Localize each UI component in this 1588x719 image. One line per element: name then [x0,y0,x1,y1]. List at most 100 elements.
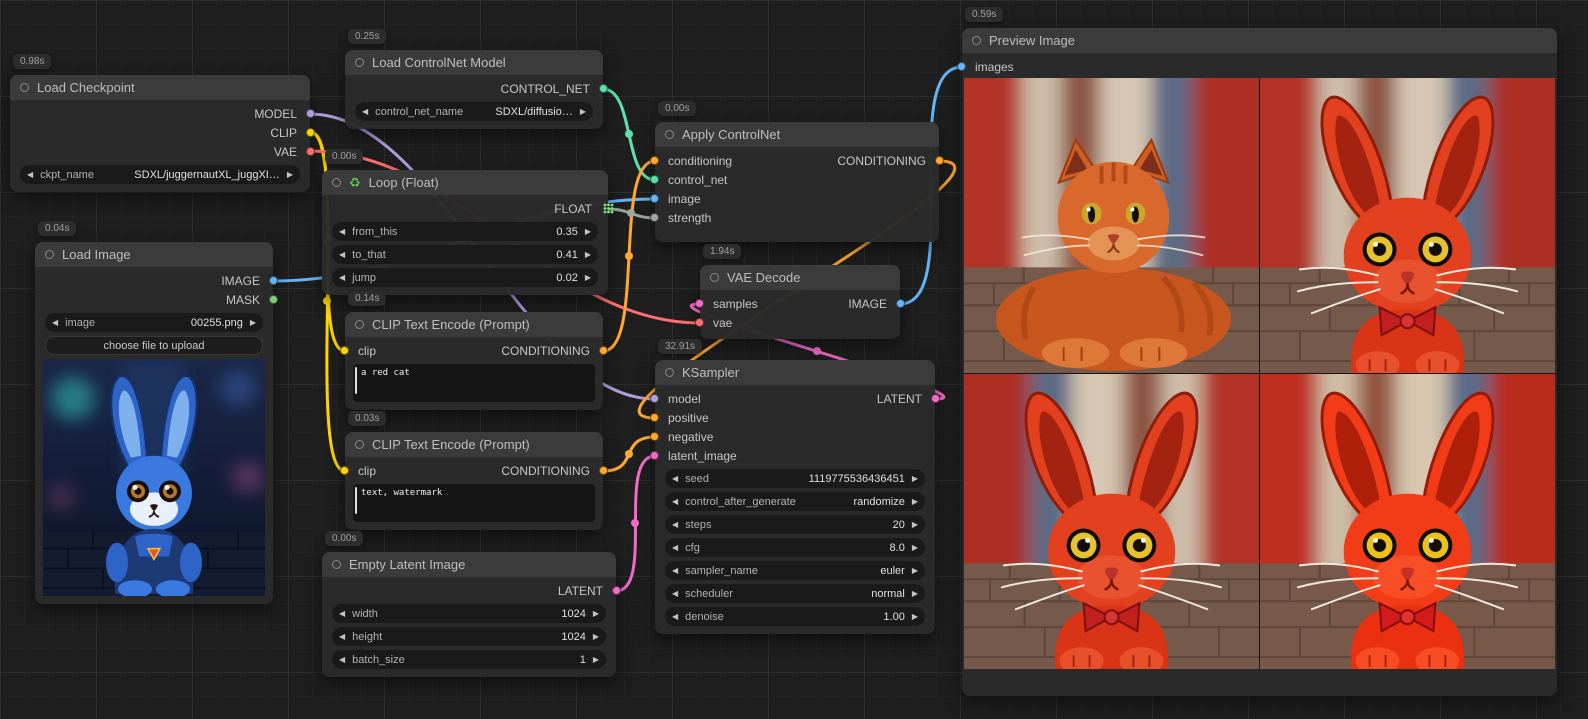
strength-input-slot[interactable] [650,213,659,222]
image-input-slot[interactable] [650,194,659,203]
generated-cat-image-3[interactable] [964,374,1259,669]
denoise-widget[interactable]: ◀ denoise 1.00 ▶ [665,607,925,626]
collapse-dot-icon[interactable] [972,36,981,45]
cfg-widget[interactable]: ◀ cfg 8.0 ▶ [665,538,925,557]
prev-value-icon[interactable]: ◀ [27,170,33,179]
node-apply-controlnet-header[interactable]: Apply ControlNet [655,122,939,147]
latent-output-slot[interactable] [612,586,621,595]
model-input-slot[interactable] [650,394,659,403]
samples-input-slot[interactable] [695,299,704,308]
controlnet-input-slot[interactable] [650,175,659,184]
seed-widget[interactable]: ◀ seed 1119775536436451 ▶ [665,469,925,488]
negative-prompt-textarea[interactable]: text, watermark [353,484,595,522]
decrease-icon[interactable]: ◀ [339,227,345,236]
image-output-slot[interactable] [269,276,278,285]
conditioning-output-slot[interactable] [599,466,608,475]
next-value-icon[interactable]: ▶ [912,589,918,598]
node-empty-latent-image[interactable]: Empty Latent Image LATENT ◀ width 1024 ▶… [322,552,616,677]
latent-image-input-slot[interactable] [650,451,659,460]
node-clip-text-encode-negative[interactable]: CLIP Text Encode (Prompt) clip CONDITION… [345,432,603,530]
decrease-icon[interactable]: ◀ [672,520,678,529]
increase-icon[interactable]: ▶ [585,250,591,259]
increase-icon[interactable]: ▶ [585,273,591,282]
image-filename-widget[interactable]: ◀ image 00255.png ▶ [45,313,263,332]
increase-icon[interactable]: ▶ [912,474,918,483]
node-ksampler[interactable]: KSampler model LATENT positive negative … [655,360,935,634]
decrease-icon[interactable]: ◀ [339,609,345,618]
negative-input-slot[interactable] [650,432,659,441]
decrease-icon[interactable]: ◀ [672,543,678,552]
image-output-slot[interactable] [896,299,905,308]
scheduler-widget[interactable]: ◀ scheduler normal ▶ [665,584,925,603]
increase-icon[interactable]: ▶ [912,612,918,621]
prev-value-icon[interactable]: ◀ [672,589,678,598]
node-loop-float[interactable]: ♻ Loop (Float) FLOAT ◀ from_this 0.35 ▶ [322,170,608,295]
collapse-dot-icon[interactable] [20,83,29,92]
clip-input-slot[interactable] [340,466,349,475]
increase-icon[interactable]: ▶ [912,543,918,552]
node-load-checkpoint-header[interactable]: Load Checkpoint [10,75,310,100]
vae-input-slot[interactable] [695,318,704,327]
jump-widget[interactable]: ◀ jump 0.02 ▶ [332,268,598,287]
next-value-icon[interactable]: ▶ [912,566,918,575]
node-clip-encode-header[interactable]: CLIP Text Encode (Prompt) [345,312,603,337]
next-value-icon[interactable]: ▶ [580,107,586,116]
node-preview-image[interactable]: Preview Image images [962,28,1557,696]
mask-output-slot[interactable] [269,295,278,304]
prev-value-icon[interactable]: ◀ [672,566,678,575]
collapse-dot-icon[interactable] [355,440,364,449]
generated-cat-image-2[interactable] [1260,78,1555,373]
node-load-image-header[interactable]: Load Image [35,242,273,267]
choose-file-button[interactable]: choose file to upload [45,336,263,355]
generated-cat-image-4[interactable] [1260,374,1555,669]
to-that-widget[interactable]: ◀ to_that 0.41 ▶ [332,245,598,264]
positive-input-slot[interactable] [650,413,659,422]
clip-input-slot[interactable] [340,346,349,355]
generated-cat-image-1[interactable] [964,78,1259,373]
clip-output-slot[interactable] [306,128,315,137]
float-list-grid-icon[interactable] [603,203,614,214]
steps-widget[interactable]: ◀ steps 20 ▶ [665,515,925,534]
prev-value-icon[interactable]: ◀ [672,497,678,506]
node-ksampler-header[interactable]: KSampler [655,360,935,385]
controlnet-name-widget[interactable]: ◀ control_net_name SDXL/diffusio… ▶ [355,102,593,121]
increase-icon[interactable]: ▶ [593,655,599,664]
next-value-icon[interactable]: ▶ [287,170,293,179]
node-load-controlnet-header[interactable]: Load ControlNet Model [345,50,603,75]
positive-prompt-textarea[interactable]: a red cat [353,364,595,402]
decrease-icon[interactable]: ◀ [672,474,678,483]
model-output-slot[interactable] [306,109,315,118]
increase-icon[interactable]: ▶ [593,632,599,641]
next-value-icon[interactable]: ▶ [250,318,256,327]
control-after-generate-widget[interactable]: ◀ control_after_generate randomize ▶ [665,492,925,511]
decrease-icon[interactable]: ◀ [339,250,345,259]
conditioning-input-slot[interactable] [650,156,659,165]
vae-output-slot[interactable] [306,147,315,156]
node-vae-decode-header[interactable]: VAE Decode [700,265,900,290]
from-this-widget[interactable]: ◀ from_this 0.35 ▶ [332,222,598,241]
images-input-slot[interactable] [957,62,966,71]
decrease-icon[interactable]: ◀ [339,632,345,641]
decrease-icon[interactable]: ◀ [339,655,345,664]
prev-value-icon[interactable]: ◀ [362,107,368,116]
ckpt-name-widget[interactable]: ◀ ckpt_name SDXL/juggernautXL_juggXI… ▶ [20,165,300,184]
collapse-dot-icon[interactable] [665,130,674,139]
node-graph-canvas[interactable]: 0.98s 0.04s 0.25s 0.00s 0.14s 0.03s 0.00… [0,0,1588,719]
increase-icon[interactable]: ▶ [912,520,918,529]
height-widget[interactable]: ◀ height 1024 ▶ [332,627,606,646]
collapse-dot-icon[interactable] [665,368,674,377]
collapse-dot-icon[interactable] [710,273,719,282]
node-loop-float-header[interactable]: ♻ Loop (Float) [322,170,608,195]
node-clip-text-encode-positive[interactable]: CLIP Text Encode (Prompt) clip CONDITION… [345,312,603,410]
conditioning-output-slot[interactable] [599,346,608,355]
collapse-dot-icon[interactable] [45,250,54,259]
next-value-icon[interactable]: ▶ [912,497,918,506]
sampler-name-widget[interactable]: ◀ sampler_name euler ▶ [665,561,925,580]
collapse-dot-icon[interactable] [332,560,341,569]
node-load-controlnet-model[interactable]: Load ControlNet Model CONTROL_NET ◀ cont… [345,50,603,129]
node-clip-encode-header[interactable]: CLIP Text Encode (Prompt) [345,432,603,457]
collapse-dot-icon[interactable] [355,58,364,67]
increase-icon[interactable]: ▶ [585,227,591,236]
node-load-image[interactable]: Load Image IMAGE MASK ◀ image 00255.png … [35,242,273,604]
node-apply-controlnet[interactable]: Apply ControlNet conditioning CONDITIONI… [655,122,939,242]
